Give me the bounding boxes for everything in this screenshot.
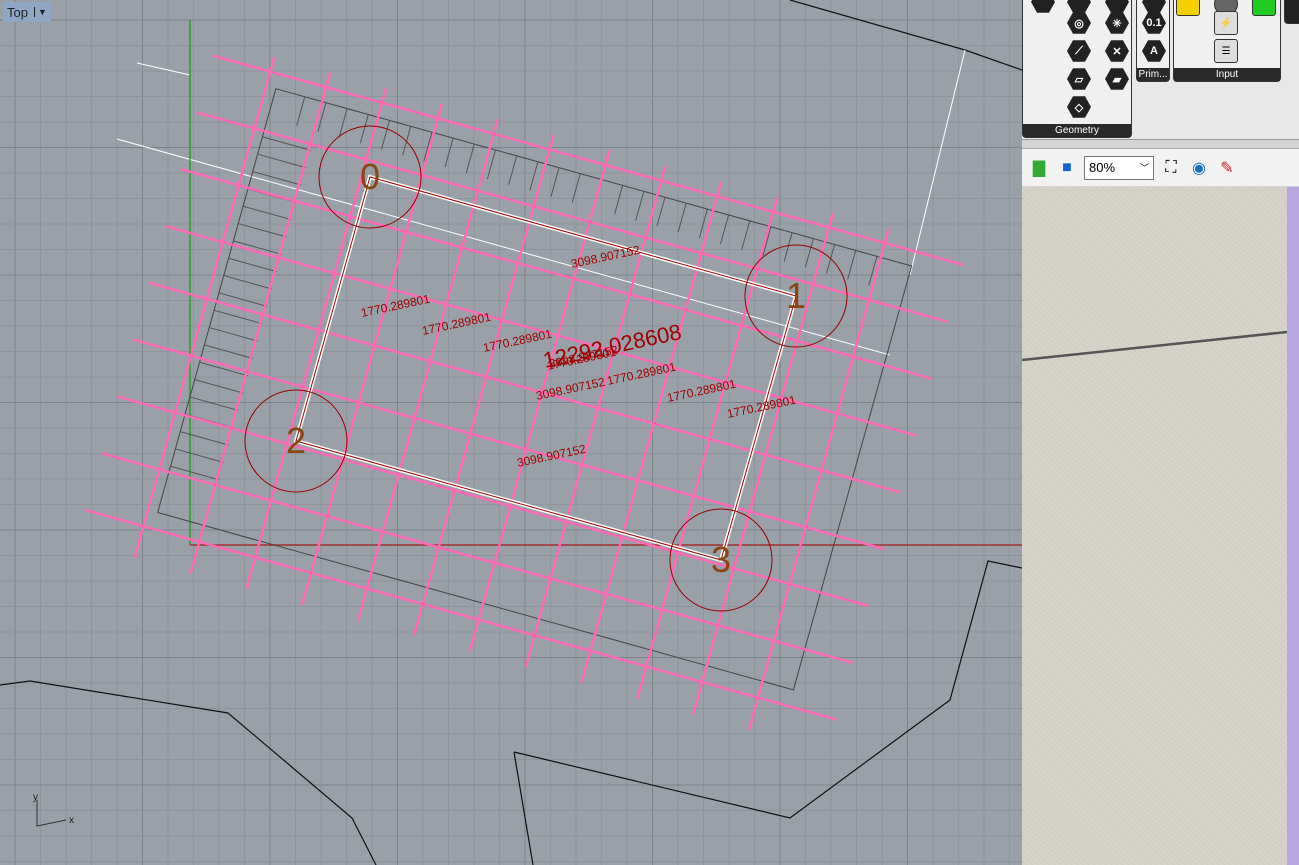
hatch-line (242, 205, 292, 221)
corner-label: 0 (360, 156, 380, 197)
hatch-line (238, 223, 287, 238)
hatch-line (252, 171, 302, 186)
save-icon[interactable]: ■ (1056, 157, 1078, 179)
hatch-line (180, 431, 229, 446)
value-list-icon[interactable]: ☰ (1214, 39, 1238, 63)
hatch-line (257, 153, 306, 169)
axis-gizmo-x: x (69, 815, 74, 826)
group-primitive: 0.1 A Prim... (1136, 0, 1170, 82)
geometry-cache-icon[interactable]: ▰ (1105, 68, 1129, 90)
boundary-curve (513, 751, 534, 865)
group-collapsed[interactable] (1284, 0, 1299, 24)
text-icon[interactable]: A (1142, 40, 1166, 62)
group-geometry: ◎ ⟋ ▱ ◇ ✳ ✕ ▰ Geometry (1022, 0, 1132, 138)
hatch-line (550, 167, 560, 197)
group-label: Input (1174, 68, 1280, 81)
component-icon[interactable] (1142, 0, 1166, 13)
dimension-label: 1770.289801 (360, 292, 432, 320)
canvas-toolbar: ▇ ■ 80% ﹀ ⛶ ◉ ✎ (1022, 148, 1299, 186)
hatch-line (175, 448, 224, 463)
hatch-line (783, 232, 793, 262)
outline-curve (136, 62, 191, 76)
dimension-label: 3098.907152 (570, 243, 642, 271)
group-label: Prim... (1137, 68, 1169, 81)
zoom-value: 80% (1089, 160, 1116, 175)
hatch-line (359, 114, 369, 144)
axis-gizmo (36, 800, 67, 827)
hatch-line (223, 275, 273, 290)
corner-label: 1 (786, 275, 806, 316)
pen-icon[interactable]: ✎ (1216, 157, 1238, 179)
viewport-title-tab[interactable]: Top ▼ (3, 2, 51, 22)
hatch-line (380, 120, 391, 150)
grasshopper-panel: ◎ ⟋ ▱ ◇ ✳ ✕ ▰ Geometry 0.1 A Prim... ⚡ ☰… (1022, 0, 1299, 865)
hatch-line (614, 185, 624, 215)
swatch-icon[interactable] (1252, 0, 1276, 16)
chevron-down-icon: ﹀ (1139, 163, 1149, 173)
hatch-line (170, 465, 219, 481)
hatch-line (720, 214, 730, 244)
component-ribbon: ◎ ⟋ ▱ ◇ ✳ ✕ ▰ Geometry 0.1 A Prim... ⚡ ☰… (1022, 0, 1299, 140)
surface-icon[interactable]: ▱ (1067, 68, 1091, 90)
corner-label: 3 (711, 539, 731, 580)
rhino-top-viewport[interactable]: 0 1 3 2 3098.907152 1770.289801 1770.289801 177… (0, 0, 1022, 865)
curve-icon[interactable]: ◎ (1067, 12, 1091, 34)
component-icon[interactable] (1067, 0, 1091, 13)
field-icon[interactable]: ✳ (1105, 12, 1129, 34)
axis-gizmo-y: y (33, 792, 38, 803)
boundary-curve (513, 560, 1022, 819)
viewport-name: Top (7, 4, 28, 20)
hatch-line (868, 256, 878, 286)
component-icon[interactable] (1031, 0, 1055, 13)
boundary-curve (789, 0, 1022, 71)
folder-icon[interactable]: ▇ (1028, 157, 1050, 179)
hatch-line (189, 396, 239, 411)
hatch-line (296, 96, 306, 126)
brep-icon[interactable] (1105, 0, 1129, 13)
hatch-line (656, 197, 666, 227)
chevron-down-icon[interactable]: ▼ (33, 7, 47, 17)
hatch-line (317, 102, 327, 132)
group-label: Geometry (1023, 124, 1131, 137)
dimension-label: 1770.289801 (606, 360, 678, 388)
wire (1022, 330, 1287, 362)
viewport-canvas[interactable]: 01323098.9071521770.2898011770.289801177… (0, 0, 1022, 865)
hatch-line (804, 238, 814, 268)
mesh-icon[interactable]: ◇ (1067, 96, 1091, 118)
number-slider-icon[interactable]: ⚡ (1214, 11, 1238, 35)
hatch-line (444, 137, 454, 168)
corner-label: 2 (286, 420, 306, 461)
zoom-select[interactable]: 80% ﹀ (1084, 155, 1154, 180)
hatch-line (508, 155, 518, 185)
outline-curve (116, 138, 891, 356)
group-input: ⚡ ☰ Input (1173, 0, 1281, 82)
hatch-line (465, 143, 475, 174)
dimension-label: 1770.289801 (421, 310, 493, 338)
hatch-line (677, 203, 687, 233)
grasshopper-canvas[interactable] (1022, 187, 1287, 865)
eye-icon[interactable]: ◉ (1188, 157, 1210, 179)
hatch-line (741, 220, 751, 250)
number-icon[interactable]: 0.1 (1142, 12, 1166, 34)
hatch-line (529, 161, 539, 191)
outline-curve (909, 49, 966, 276)
hatch-line (209, 327, 258, 342)
hatch-line (402, 126, 412, 156)
zoom-extents-icon[interactable]: ⛶ (1160, 157, 1182, 179)
line-icon[interactable]: ⟋ (1067, 40, 1091, 62)
dimension-label: 1770.289801 (666, 377, 738, 405)
gradient-icon[interactable] (1176, 0, 1200, 16)
canvas-scroll-strip[interactable] (1287, 187, 1299, 865)
twisted-box-icon[interactable]: ✕ (1105, 40, 1129, 62)
hatch-line (635, 191, 645, 221)
